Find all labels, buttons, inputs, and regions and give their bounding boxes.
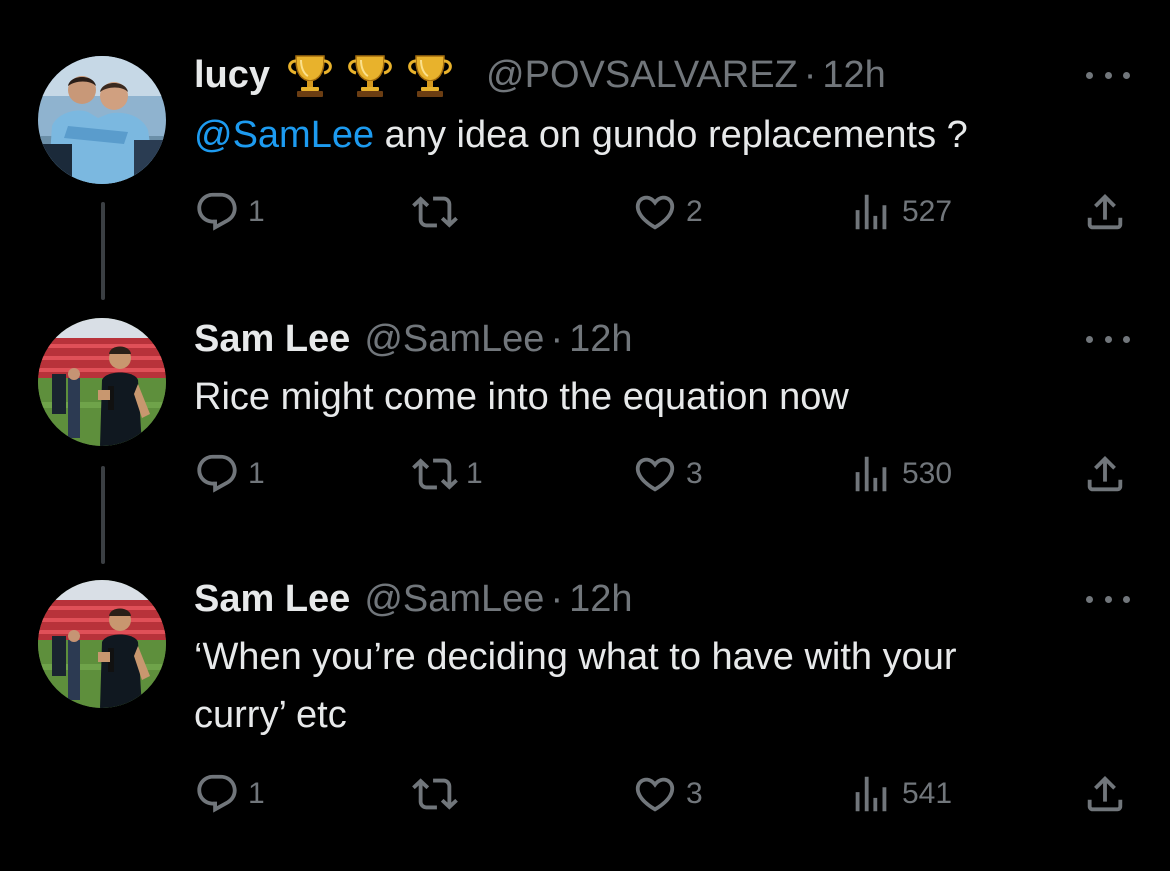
retweet-button[interactable] <box>412 764 466 824</box>
like-icon <box>632 771 678 817</box>
tweet-body-line: ‘When you’re deciding what to have with … <box>194 636 957 678</box>
tweet-body: any idea on gundo replacements ? <box>374 114 968 156</box>
tweet-actions: 1 3 541 <box>0 764 1170 824</box>
share-button[interactable] <box>1082 764 1128 824</box>
tweet-text: @SamLee any idea on gundo replacements ? <box>194 106 1124 164</box>
tweet-text: Rice might come into the equation now <box>194 368 1124 426</box>
tweet-header: Sam Lee @SamLee · 12h <box>194 574 633 624</box>
separator-dot: · <box>550 318 564 360</box>
reply-thread: lucy @POVSALVAREZ · 12h @SamLee any idea… <box>0 0 1170 871</box>
reply-button[interactable]: 1 <box>194 182 265 242</box>
like-count: 2 <box>686 195 703 228</box>
reply-icon <box>194 451 240 497</box>
share-button[interactable] <box>1082 182 1128 242</box>
timestamp[interactable]: 12h <box>569 314 632 364</box>
share-icon <box>1082 771 1128 817</box>
more-icon[interactable] <box>1086 60 1130 90</box>
trophy-emoji-icon <box>282 52 338 98</box>
like-count: 3 <box>686 457 703 490</box>
separator-dot: · <box>803 54 817 96</box>
retweet-button[interactable]: 1 <box>412 444 483 504</box>
tweet[interactable]: lucy @POVSALVAREZ · 12h @SamLee any idea… <box>0 0 1170 280</box>
views-count: 541 <box>902 777 953 810</box>
reply-icon <box>194 771 240 817</box>
views-button[interactable]: 527 <box>848 182 952 242</box>
tweet[interactable]: Sam Lee @SamLee · 12h Rice might come in… <box>0 300 1170 560</box>
share-icon <box>1082 451 1128 497</box>
retweet-icon <box>412 451 458 497</box>
retweet-count: 1 <box>466 457 483 490</box>
tweet-actions: 1 1 3 530 <box>0 444 1170 504</box>
retweet-icon <box>412 771 458 817</box>
share-button[interactable] <box>1082 444 1128 504</box>
tweet-body-line: curry’ etc <box>194 694 347 736</box>
tweet-body: Rice might come into the equation now <box>194 376 849 418</box>
share-icon <box>1082 189 1128 235</box>
trophy-emoji-icon <box>402 52 458 98</box>
user-handle[interactable]: @POVSALVAREZ <box>486 50 798 100</box>
reply-count: 1 <box>248 777 265 810</box>
avatar[interactable] <box>38 580 166 708</box>
timestamp[interactable]: 12h <box>822 50 885 100</box>
like-button[interactable]: 2 <box>632 182 703 242</box>
trophy-emoji-icon <box>342 52 398 98</box>
retweet-icon <box>412 189 458 235</box>
views-icon <box>848 771 894 817</box>
display-name[interactable]: Sam Lee <box>194 574 350 624</box>
like-button[interactable]: 3 <box>632 444 703 504</box>
more-icon[interactable] <box>1086 324 1130 354</box>
name-badges <box>282 52 462 98</box>
retweet-button[interactable] <box>412 182 466 242</box>
reply-button[interactable]: 1 <box>194 444 265 504</box>
tweet-header: Sam Lee @SamLee · 12h <box>194 314 633 364</box>
user-handle[interactable]: @SamLee <box>364 574 544 624</box>
views-button[interactable]: 541 <box>848 764 952 824</box>
timestamp[interactable]: 12h <box>569 574 632 624</box>
like-icon <box>632 451 678 497</box>
avatar[interactable] <box>38 56 166 184</box>
views-icon <box>848 451 894 497</box>
more-icon[interactable] <box>1086 584 1130 614</box>
reply-button[interactable]: 1 <box>194 764 265 824</box>
separator-dot: · <box>550 578 564 620</box>
reply-count: 1 <box>248 457 265 490</box>
views-icon <box>848 189 894 235</box>
views-count: 530 <box>902 457 953 490</box>
like-icon <box>632 189 678 235</box>
tweet[interactable]: Sam Lee @SamLee · 12h ‘When you’re decid… <box>0 562 1170 862</box>
reply-icon <box>194 189 240 235</box>
tweet-header: lucy @POVSALVAREZ · 12h <box>194 50 886 100</box>
like-count: 3 <box>686 777 703 810</box>
user-handle[interactable]: @SamLee <box>364 314 544 364</box>
views-count: 527 <box>902 195 953 228</box>
like-button[interactable]: 3 <box>632 764 703 824</box>
tweet-actions: 1 2 527 <box>0 182 1170 242</box>
tweet-text: ‘When you’re deciding what to have with … <box>194 628 1124 744</box>
display-name[interactable]: Sam Lee <box>194 314 350 364</box>
display-name[interactable]: lucy <box>194 50 270 100</box>
avatar[interactable] <box>38 318 166 446</box>
views-button[interactable]: 530 <box>848 444 952 504</box>
mention-link[interactable]: @SamLee <box>194 114 374 156</box>
reply-count: 1 <box>248 195 265 228</box>
